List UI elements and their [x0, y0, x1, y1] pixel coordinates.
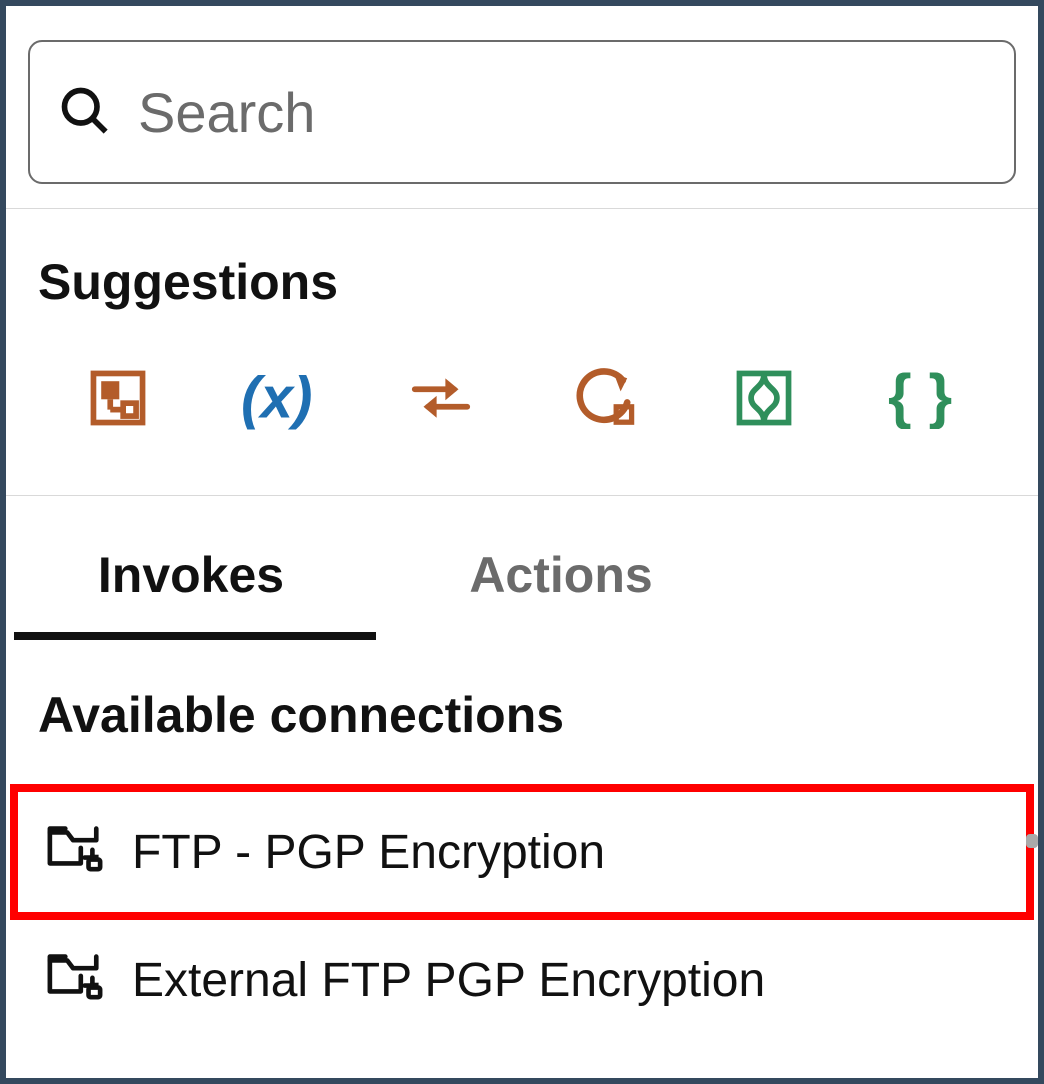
svg-text:{ }: { }	[888, 367, 952, 429]
suggestion-integration[interactable]	[714, 355, 814, 445]
connections-list: FTP - PGP Encryption External FTP PGP En…	[14, 788, 1030, 1044]
variable-icon: (x)	[241, 365, 319, 436]
folder-plug-icon	[46, 948, 104, 1012]
suggestion-loop[interactable]	[553, 355, 653, 445]
connections-section: Available connections FTP - PGP Encrypti…	[6, 640, 1038, 1044]
tab-invokes[interactable]: Invokes	[6, 536, 376, 640]
suggestions-heading: Suggestions	[38, 253, 1006, 311]
tabs: Invokes Actions	[6, 496, 1038, 640]
connection-item[interactable]: FTP - PGP Encryption	[14, 788, 1030, 916]
scrollbar-thumb[interactable]	[1026, 834, 1038, 848]
suggestion-variable[interactable]: (x)	[230, 355, 330, 445]
connection-label: External FTP PGP Encryption	[132, 953, 765, 1008]
suggestions-section: Suggestions (x)	[6, 209, 1038, 495]
search-container	[6, 6, 1038, 208]
loop-icon	[570, 367, 636, 434]
search-box[interactable]	[28, 40, 1016, 184]
svg-text:(x): (x)	[241, 365, 313, 430]
suggestion-swap[interactable]	[391, 355, 491, 445]
folder-plug-icon	[46, 820, 104, 884]
suggestion-map[interactable]	[68, 355, 168, 445]
search-icon	[58, 84, 110, 141]
connections-heading: Available connections	[38, 686, 1006, 744]
swap-icon	[406, 367, 476, 434]
connection-label: FTP - PGP Encryption	[132, 825, 605, 880]
suggestion-braces[interactable]: { }	[876, 355, 976, 445]
braces-icon: { }	[888, 367, 964, 434]
palette-panel: Suggestions (x)	[6, 6, 1038, 1078]
map-icon	[87, 367, 149, 434]
connection-item[interactable]: External FTP PGP Encryption	[14, 916, 1030, 1044]
tab-actions[interactable]: Actions	[376, 536, 746, 640]
search-input[interactable]	[138, 80, 986, 145]
suggestions-row: (x)	[38, 355, 1006, 445]
integration-icon	[733, 367, 795, 434]
